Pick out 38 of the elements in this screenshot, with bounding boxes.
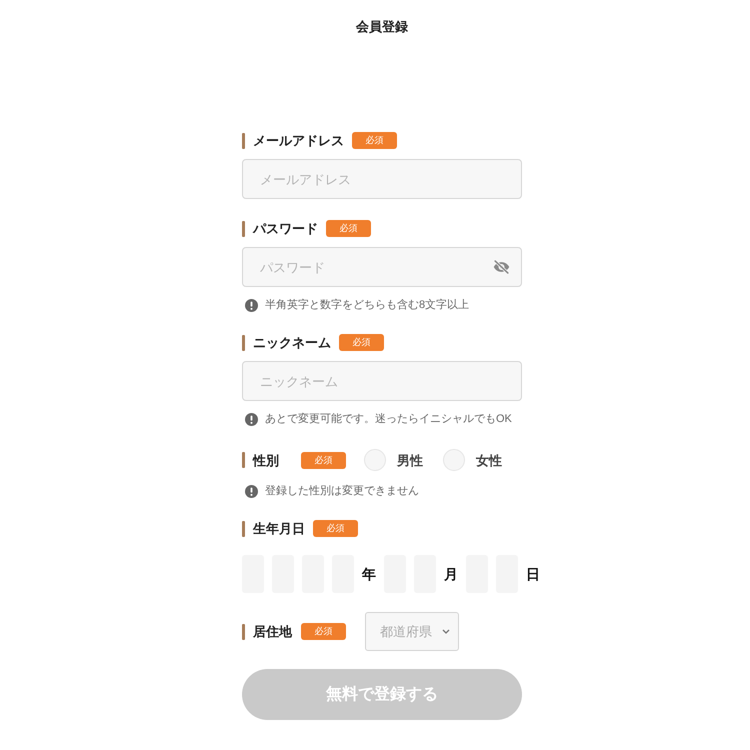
hint-text: あとで変更可能です。迷ったらイニシャルでもOK — [265, 412, 512, 427]
info-icon — [245, 298, 258, 312]
required-badge: 必須 — [301, 452, 346, 468]
label-accent-bar — [242, 520, 245, 536]
chevron-down-icon — [442, 629, 450, 634]
label-accent-bar — [242, 624, 245, 640]
page-title: 会員登録 — [356, 18, 408, 36]
required-badge: 必須 — [313, 520, 358, 537]
field-label: 生年月日 — [253, 520, 305, 537]
label-accent-bar — [242, 132, 245, 148]
radio-button[interactable] — [443, 449, 465, 471]
password-field[interactable]: パスワード — [242, 247, 522, 287]
radio-label: 男性 — [397, 452, 423, 468]
hint-text: 半角英字と数字をどちらも含む8文字以上 — [265, 298, 470, 313]
required-badge: 必須 — [352, 132, 397, 149]
eye-slash-icon[interactable] — [493, 260, 510, 274]
required-badge: 必須 — [326, 220, 371, 237]
label-accent-bar — [242, 220, 245, 236]
info-icon — [245, 412, 258, 426]
date-unit-label: 日 — [526, 565, 540, 583]
radio-label: 女性 — [476, 452, 502, 468]
field-label: 居住地 — [253, 623, 292, 640]
required-badge: 必須 — [301, 623, 346, 640]
label-accent-bar — [242, 452, 245, 468]
field-label: 性別 — [253, 452, 279, 468]
date-unit-label: 年 — [362, 565, 376, 583]
date-unit-label: 月 — [444, 565, 458, 583]
hint-text: 登録した性別は変更できません — [265, 484, 419, 499]
field-label: ニックネーム — [253, 334, 331, 351]
text-field[interactable]: ニックネーム — [242, 361, 522, 401]
prefecture-select[interactable]: 都道府県 — [365, 612, 459, 651]
info-icon — [245, 484, 258, 498]
radio-button[interactable] — [364, 449, 386, 471]
label-accent-bar — [242, 334, 245, 350]
field-label: メールアドレス — [253, 132, 344, 149]
field-label: パスワード — [253, 220, 318, 237]
text-field[interactable]: メールアドレス — [242, 159, 522, 199]
required-badge: 必須 — [339, 334, 384, 351]
